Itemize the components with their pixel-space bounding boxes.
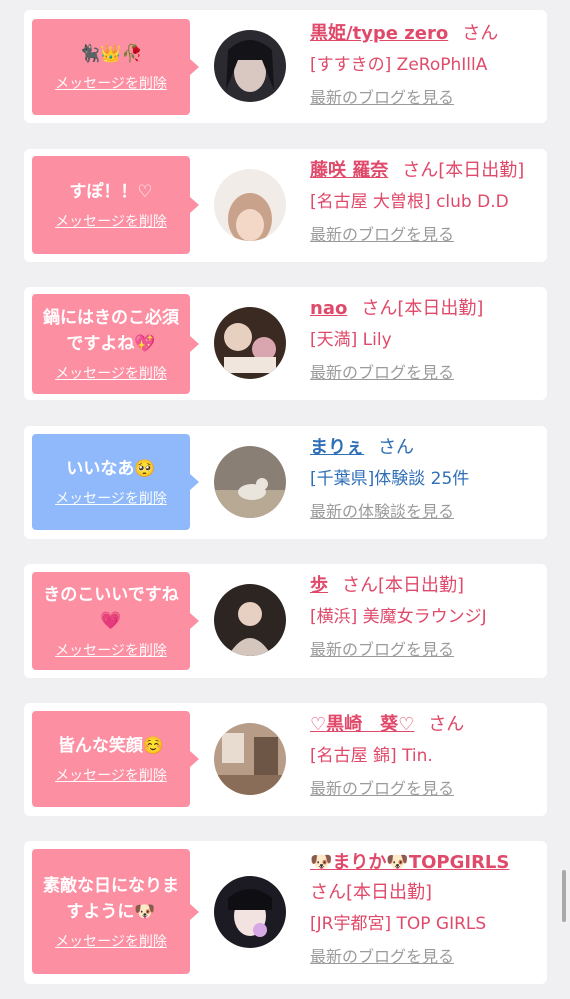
message-card: 素敵な日になりますように🐶 メッセージを削除 🐶まりか🐶TOPGIRLS さん[… <box>24 841 547 984</box>
message-text: いいなあ🥺 <box>66 459 156 479</box>
avatar[interactable] <box>214 584 286 656</box>
card-info: まりぇ さん [千葉県]体験談 25件 最新の体験談を見る <box>310 434 539 523</box>
message-list: 🐈‍⬛👑🥀 メッセージを削除 黒姫/type zero さん [すすきの] ZeR… <box>0 0 570 999</box>
latest-blog-link[interactable]: 最新のブログを見る <box>310 778 539 800</box>
message-text: すぽ！！♡ <box>69 182 153 202</box>
shop-label: [JR宇都宮] TOP GIRLS <box>310 914 487 934</box>
message-text: 鍋にはきのこ必須ですよね💖 <box>43 308 179 354</box>
user-name-link[interactable]: 黒姫/type zero <box>310 23 448 44</box>
shop-label: [横浜] 美魔女ラウンジJ <box>310 607 487 627</box>
message-bubble: 皆んな笑顔☺️ メッセージを削除 <box>32 711 199 807</box>
message-bubble: きのこいいですね💗 メッセージを削除 <box>32 572 199 670</box>
latest-blog-link[interactable]: 最新のブログを見る <box>310 362 539 384</box>
card-info: 藤咲 羅奈 さん[本日出勤] [名古屋 大曽根] club D.D 最新のブログを… <box>310 157 539 246</box>
delete-message-link[interactable]: メッセージを削除 <box>55 640 167 660</box>
message-text: 🐈‍⬛👑🥀 <box>79 44 143 64</box>
avatar[interactable] <box>214 446 286 518</box>
message-card: すぽ！！♡ メッセージを削除 藤咲 羅奈 さん[本日出勤] [名古屋 大曽根] c… <box>24 149 547 262</box>
latest-review-link[interactable]: 最新の体験談を見る <box>310 501 539 523</box>
user-name-link[interactable]: ♡黒崎 葵♡ <box>310 714 414 735</box>
avatar[interactable] <box>214 30 286 102</box>
honorific-status: さん[本日出勤] <box>402 160 525 181</box>
message-bubble: いいなあ🥺 メッセージを削除 <box>32 434 199 530</box>
card-info: 歩さん[本日出勤] [横浜] 美魔女ラウンジJ 最新のブログを見る <box>310 572 539 661</box>
message-bubble: 🐈‍⬛👑🥀 メッセージを削除 <box>32 19 199 115</box>
delete-message-link[interactable]: メッセージを削除 <box>55 765 167 785</box>
latest-blog-link[interactable]: 最新のブログを見る <box>310 224 539 246</box>
card-info: ♡黒崎 葵♡ さん [名古屋 錦] Tin. 最新のブログを見る <box>310 711 539 800</box>
honorific-status: さん <box>462 23 499 44</box>
avatar[interactable] <box>214 307 286 379</box>
message-card: 皆んな笑顔☺️ メッセージを削除 ♡黒崎 葵♡ さん [名古屋 錦] Tin. 最… <box>24 703 547 816</box>
user-name-link[interactable]: 藤咲 羅奈 <box>310 160 388 181</box>
delete-message-link[interactable]: メッセージを削除 <box>55 73 167 93</box>
latest-blog-link[interactable]: 最新のブログを見る <box>310 87 539 109</box>
avatar[interactable] <box>214 169 286 241</box>
user-name-link[interactable]: まりぇ <box>310 437 364 458</box>
delete-message-link[interactable]: メッセージを削除 <box>55 211 167 231</box>
honorific-status: さん <box>428 714 465 735</box>
message-card: 🐈‍⬛👑🥀 メッセージを削除 黒姫/type zero さん [すすきの] ZeR… <box>24 10 547 123</box>
card-info: nao さん[本日出勤] [天満] Lily 最新のブログを見る <box>310 295 539 384</box>
scrollbar[interactable] <box>562 870 566 922</box>
delete-message-link[interactable]: メッセージを削除 <box>55 363 167 383</box>
latest-blog-link[interactable]: 最新のブログを見る <box>310 946 539 968</box>
avatar[interactable] <box>214 723 286 795</box>
user-name-link[interactable]: 歩 <box>310 575 328 596</box>
user-name-link[interactable]: nao <box>310 298 347 319</box>
honorific-status: さん <box>378 437 414 458</box>
honorific-status: さん[本日出勤] <box>361 298 484 319</box>
message-bubble: すぽ！！♡ メッセージを削除 <box>32 156 199 254</box>
message-bubble: 素敵な日になりますように🐶 メッセージを削除 <box>32 849 199 974</box>
shop-label: [すすきの] ZeRoPhIllA <box>310 55 488 75</box>
message-bubble: 鍋にはきのこ必須ですよね💖 メッセージを削除 <box>32 294 199 394</box>
delete-message-link[interactable]: メッセージを削除 <box>55 931 167 951</box>
message-card: いいなあ🥺 メッセージを削除 まりぇ さん [千葉県]体験談 25件 最新の体験談… <box>24 426 547 539</box>
user-name-link[interactable]: 🐶まりか🐶TOPGIRLS <box>310 852 509 873</box>
shop-label: [名古屋 大曽根] club D.D <box>310 192 509 212</box>
message-text: 素敵な日になりますように🐶 <box>43 875 179 922</box>
delete-message-link[interactable]: メッセージを削除 <box>55 488 167 508</box>
avatar[interactable] <box>214 876 286 948</box>
honorific-status: さん[本日出勤] <box>342 575 465 596</box>
shop-label: [千葉県]体験談 25件 <box>310 469 470 489</box>
honorific-status: さん[本日出勤] <box>310 882 433 903</box>
message-text: きのこいいですね💗 <box>43 585 179 631</box>
message-card: 鍋にはきのこ必須ですよね💖 メッセージを削除 nao さん[本日出勤] [天満] … <box>24 287 547 400</box>
shop-label: [天満] Lily <box>310 330 392 350</box>
message-text: 皆んな笑顔☺️ <box>57 736 165 756</box>
latest-blog-link[interactable]: 最新のブログを見る <box>310 639 539 661</box>
card-info: 黒姫/type zero さん [すすきの] ZeRoPhIllA 最新のブログを… <box>310 20 539 109</box>
card-info: 🐶まりか🐶TOPGIRLS さん[本日出勤] [JR宇都宮] TOP GIRLS… <box>310 849 539 968</box>
message-card: きのこいいですね💗 メッセージを削除 歩さん[本日出勤] [横浜] 美魔女ラウン… <box>24 564 547 678</box>
shop-label: [名古屋 錦] Tin. <box>310 746 433 766</box>
